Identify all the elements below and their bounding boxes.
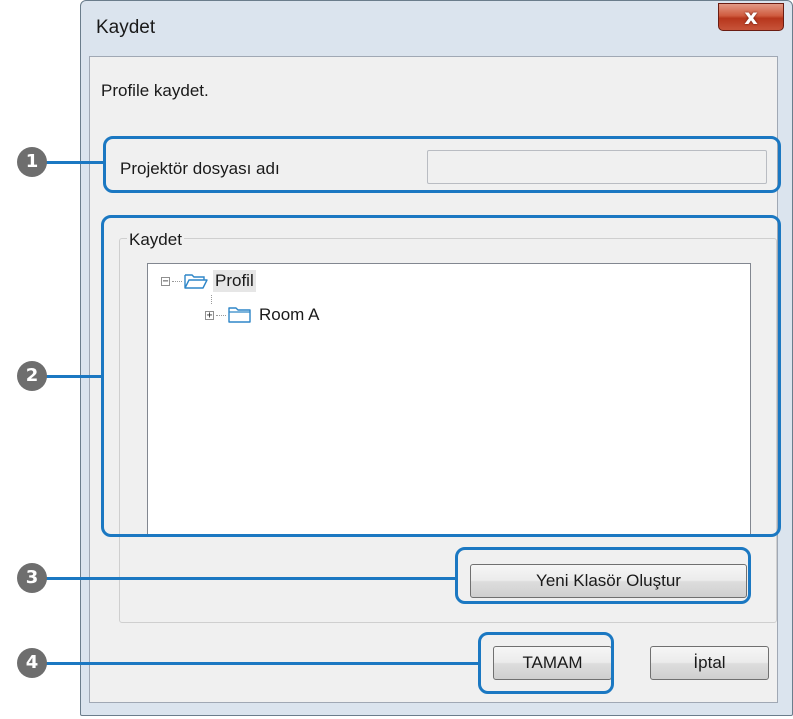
close-button[interactable]: x	[718, 3, 784, 31]
callout-frame-3	[455, 547, 751, 604]
title-bar[interactable]: Kaydet x	[81, 1, 792, 55]
callout-badge-1: 1	[17, 147, 47, 177]
callout-frame-4	[478, 632, 614, 694]
callout-line-1	[45, 161, 104, 164]
cancel-button[interactable]: İptal	[650, 646, 769, 680]
description-text: Profile kaydet.	[101, 81, 209, 100]
callout-frame-1	[103, 136, 781, 193]
callout-frame-2	[101, 215, 781, 537]
callout-line-2	[45, 375, 102, 378]
close-icon: x	[744, 5, 758, 29]
callout-badge-2: 2	[17, 361, 47, 391]
callout-badge-4: 4	[17, 648, 47, 678]
callout-line-4	[45, 662, 479, 665]
callout-line-3	[45, 577, 456, 580]
dialog-title: Kaydet	[96, 17, 156, 38]
callout-badge-3: 3	[17, 563, 47, 593]
